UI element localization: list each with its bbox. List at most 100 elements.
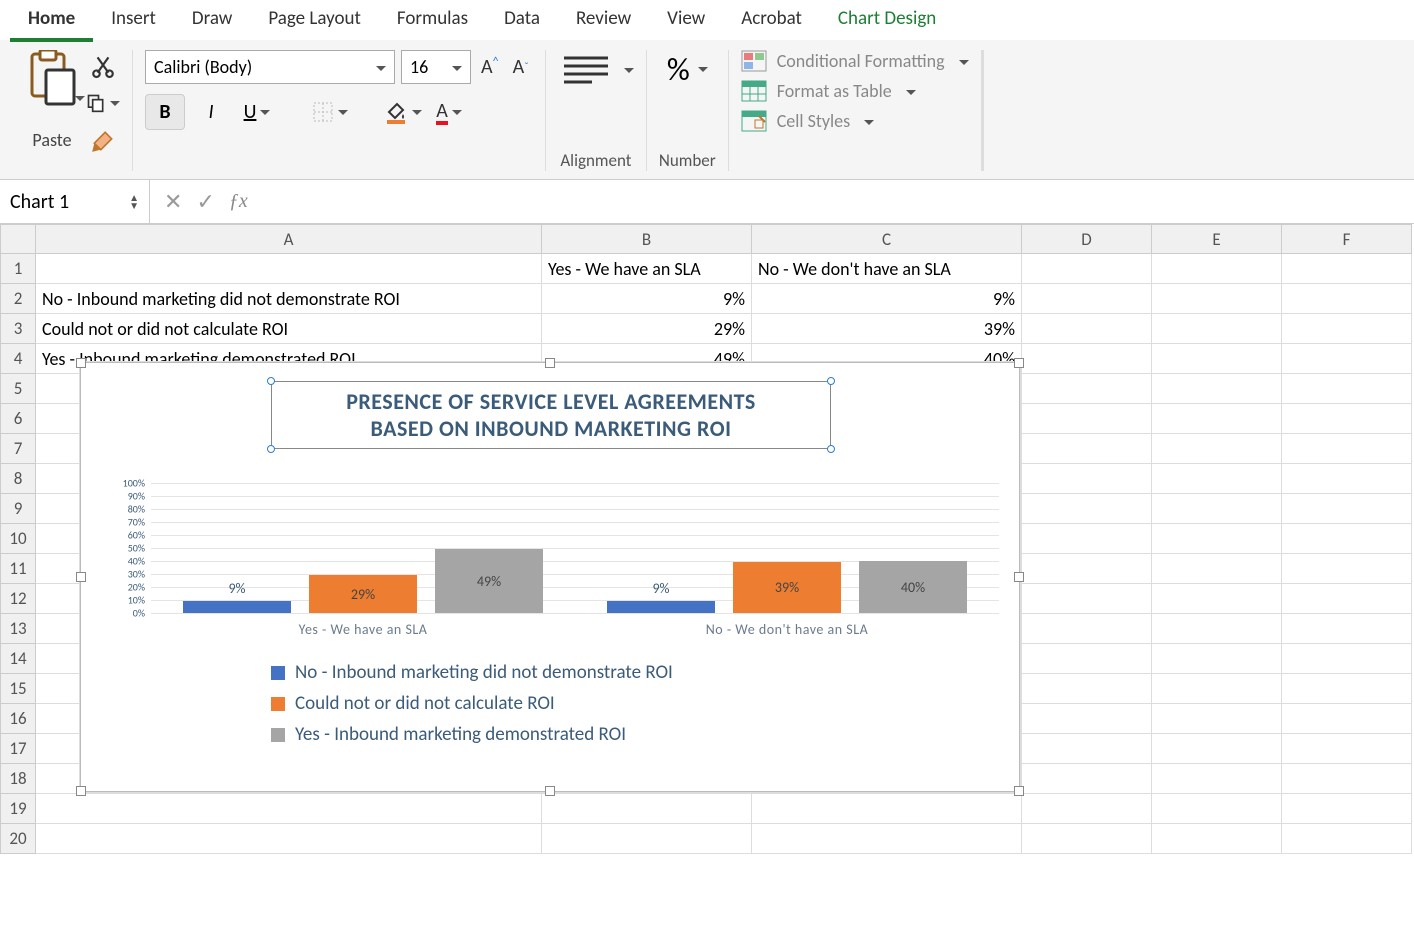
row-header-4[interactable]: 4 xyxy=(0,344,36,374)
row-header-16[interactable]: 16 xyxy=(0,704,36,734)
row-header-15[interactable]: 15 xyxy=(0,674,36,704)
cell-E4[interactable] xyxy=(1152,344,1282,374)
tab-data[interactable]: Data xyxy=(486,0,558,42)
cell-E19[interactable] xyxy=(1152,794,1282,824)
row-header-8[interactable]: 8 xyxy=(0,464,36,494)
cell-B2[interactable]: 9% xyxy=(542,284,752,314)
resize-handle[interactable] xyxy=(1014,358,1024,368)
row-header-10[interactable]: 10 xyxy=(0,524,36,554)
legend-item[interactable]: Could not or did not calculate ROI xyxy=(271,692,899,715)
cell-F3[interactable] xyxy=(1282,314,1412,344)
cell-D4[interactable] xyxy=(1022,344,1152,374)
cell-C20[interactable] xyxy=(752,824,1022,854)
cell-F13[interactable] xyxy=(1282,614,1412,644)
paste-button[interactable]: Paste xyxy=(26,50,78,151)
font-color-button[interactable]: A xyxy=(429,94,469,130)
cell-B1[interactable]: Yes - We have an SLA xyxy=(542,254,752,284)
row-header-20[interactable]: 20 xyxy=(0,824,36,854)
tab-insert[interactable]: Insert xyxy=(93,0,174,42)
row-header-17[interactable]: 17 xyxy=(0,734,36,764)
row-header-5[interactable]: 5 xyxy=(0,374,36,404)
row-header-9[interactable]: 9 xyxy=(0,494,36,524)
cell-B19[interactable] xyxy=(542,794,752,824)
resize-handle[interactable] xyxy=(1014,786,1024,796)
cell-C1[interactable]: No - We don't have an SLA xyxy=(752,254,1022,284)
cut-button[interactable] xyxy=(86,50,120,80)
format-painter-button[interactable] xyxy=(86,126,120,156)
resize-handle[interactable] xyxy=(545,358,555,368)
cell-F9[interactable] xyxy=(1282,494,1412,524)
cell-E3[interactable] xyxy=(1152,314,1282,344)
select-all-corner[interactable] xyxy=(0,224,36,254)
resize-handle[interactable] xyxy=(1014,572,1024,582)
cell-F17[interactable] xyxy=(1282,734,1412,764)
chart-bar[interactable]: 49% xyxy=(435,549,543,613)
row-header-12[interactable]: 12 xyxy=(0,584,36,614)
resize-handle[interactable] xyxy=(545,786,555,796)
cell-E16[interactable] xyxy=(1152,704,1282,734)
borders-button[interactable] xyxy=(310,94,350,130)
cell-F11[interactable] xyxy=(1282,554,1412,584)
tab-review[interactable]: Review xyxy=(558,0,649,42)
tab-draw[interactable]: Draw xyxy=(174,0,250,42)
tab-home[interactable]: Home xyxy=(10,0,93,42)
cell-D19[interactable] xyxy=(1022,794,1152,824)
chart-bar[interactable]: 39% xyxy=(733,562,841,613)
cell-F19[interactable] xyxy=(1282,794,1412,824)
row-header-6[interactable]: 6 xyxy=(0,404,36,434)
tab-view[interactable]: View xyxy=(649,0,723,42)
row-header-11[interactable]: 11 xyxy=(0,554,36,584)
cell-F8[interactable] xyxy=(1282,464,1412,494)
decrease-font-button[interactable]: Aˇ xyxy=(509,55,533,79)
cell-F5[interactable] xyxy=(1282,374,1412,404)
cell-E1[interactable] xyxy=(1152,254,1282,284)
cell-D14[interactable] xyxy=(1022,644,1152,674)
cell-D8[interactable] xyxy=(1022,464,1152,494)
cell-F15[interactable] xyxy=(1282,674,1412,704)
cell-D6[interactable] xyxy=(1022,404,1152,434)
cell-F10[interactable] xyxy=(1282,524,1412,554)
legend-item[interactable]: Yes - Inbound marketing demonstrated ROI xyxy=(271,723,899,746)
embedded-chart[interactable]: PRESENCE OF SERVICE LEVEL AGREEMENTS BAS… xyxy=(80,362,1020,792)
cell-F14[interactable] xyxy=(1282,644,1412,674)
copy-button[interactable] xyxy=(86,88,120,118)
cell-styles-button[interactable]: Cell Styles xyxy=(741,110,969,132)
cell-D13[interactable] xyxy=(1022,614,1152,644)
cell-C2[interactable]: 9% xyxy=(752,284,1022,314)
row-header-18[interactable]: 18 xyxy=(0,764,36,794)
number-format-button[interactable]: % xyxy=(667,50,708,89)
cell-E20[interactable] xyxy=(1152,824,1282,854)
cell-E5[interactable] xyxy=(1152,374,1282,404)
column-header-B[interactable]: B xyxy=(542,224,752,254)
cancel-formula-button[interactable]: ✕ xyxy=(164,188,182,215)
cell-F16[interactable] xyxy=(1282,704,1412,734)
cell-F1[interactable] xyxy=(1282,254,1412,284)
conditional-formatting-button[interactable]: Conditional Formatting xyxy=(741,50,969,72)
cell-E13[interactable] xyxy=(1152,614,1282,644)
cell-D11[interactable] xyxy=(1022,554,1152,584)
chart-title[interactable]: PRESENCE OF SERVICE LEVEL AGREEMENTS BAS… xyxy=(271,381,831,449)
row-header-14[interactable]: 14 xyxy=(0,644,36,674)
cell-E9[interactable] xyxy=(1152,494,1282,524)
row-header-3[interactable]: 3 xyxy=(0,314,36,344)
cell-D16[interactable] xyxy=(1022,704,1152,734)
cell-D1[interactable] xyxy=(1022,254,1152,284)
cell-D5[interactable] xyxy=(1022,374,1152,404)
cell-E18[interactable] xyxy=(1152,764,1282,794)
cell-C3[interactable]: 39% xyxy=(752,314,1022,344)
cell-D2[interactable] xyxy=(1022,284,1152,314)
cell-D10[interactable] xyxy=(1022,524,1152,554)
cell-F6[interactable] xyxy=(1282,404,1412,434)
cell-E15[interactable] xyxy=(1152,674,1282,704)
cell-A20[interactable] xyxy=(36,824,542,854)
row-header-7[interactable]: 7 xyxy=(0,434,36,464)
cell-B20[interactable] xyxy=(542,824,752,854)
row-header-1[interactable]: 1 xyxy=(0,254,36,284)
row-header-19[interactable]: 19 xyxy=(0,794,36,824)
cell-F7[interactable] xyxy=(1282,434,1412,464)
cell-E14[interactable] xyxy=(1152,644,1282,674)
cell-F2[interactable] xyxy=(1282,284,1412,314)
italic-button[interactable]: I xyxy=(191,94,231,130)
column-header-A[interactable]: A xyxy=(36,224,542,254)
resize-handle[interactable] xyxy=(76,786,86,796)
